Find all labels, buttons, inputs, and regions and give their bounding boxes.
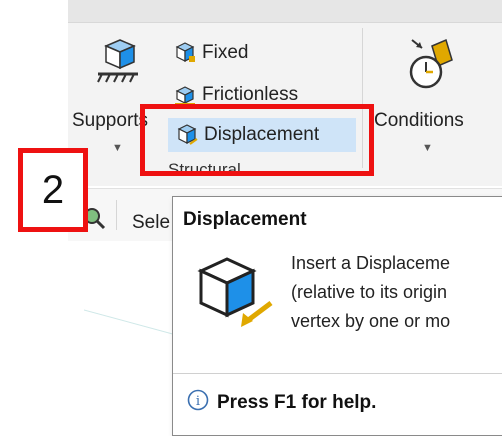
ribbon-tab-strip — [68, 0, 502, 23]
tooltip-title: Displacement — [183, 209, 307, 230]
conditions-label: Conditions — [374, 110, 464, 131]
frictionless-label: Frictionless — [202, 84, 299, 105]
chevron-down-icon: ▼ — [112, 142, 123, 154]
supports-icon — [96, 38, 140, 91]
conditions-icon — [406, 36, 456, 97]
tooltip-divider — [173, 373, 502, 374]
fixed-label: Fixed — [202, 42, 249, 63]
select-button-label[interactable]: Sele — [132, 212, 170, 234]
displacement-tooltip: Displacement Insert a Displaceme (relati… — [172, 196, 502, 436]
step-number-badge: 2 — [18, 148, 88, 232]
fixed-button[interactable]: Fixed — [174, 38, 248, 68]
geometry-edge — [84, 309, 181, 337]
tooltip-description: Insert a Displaceme (relative to its ori… — [291, 249, 450, 336]
tooltip-line: vertex by one or mo — [291, 311, 451, 331]
command-separator — [116, 200, 117, 230]
help-text: Press F1 for help. — [217, 391, 377, 413]
tooltip-line: (relative to its origin — [291, 282, 448, 302]
conditions-button[interactable]: Conditions ▼ — [372, 30, 492, 160]
tooltip-line: Insert a Displaceme — [291, 253, 451, 273]
frictionless-icon — [174, 84, 196, 106]
svg-text:i: i — [196, 394, 200, 409]
supports-label: Supports — [72, 110, 149, 131]
displacement-cube-icon — [191, 253, 275, 338]
tooltip-help: i Press F1 for help. — [187, 389, 376, 416]
displacement-callout-box — [140, 104, 374, 176]
fixed-icon — [174, 42, 196, 64]
chevron-down-icon: ▼ — [422, 142, 433, 154]
info-icon: i — [187, 389, 209, 416]
